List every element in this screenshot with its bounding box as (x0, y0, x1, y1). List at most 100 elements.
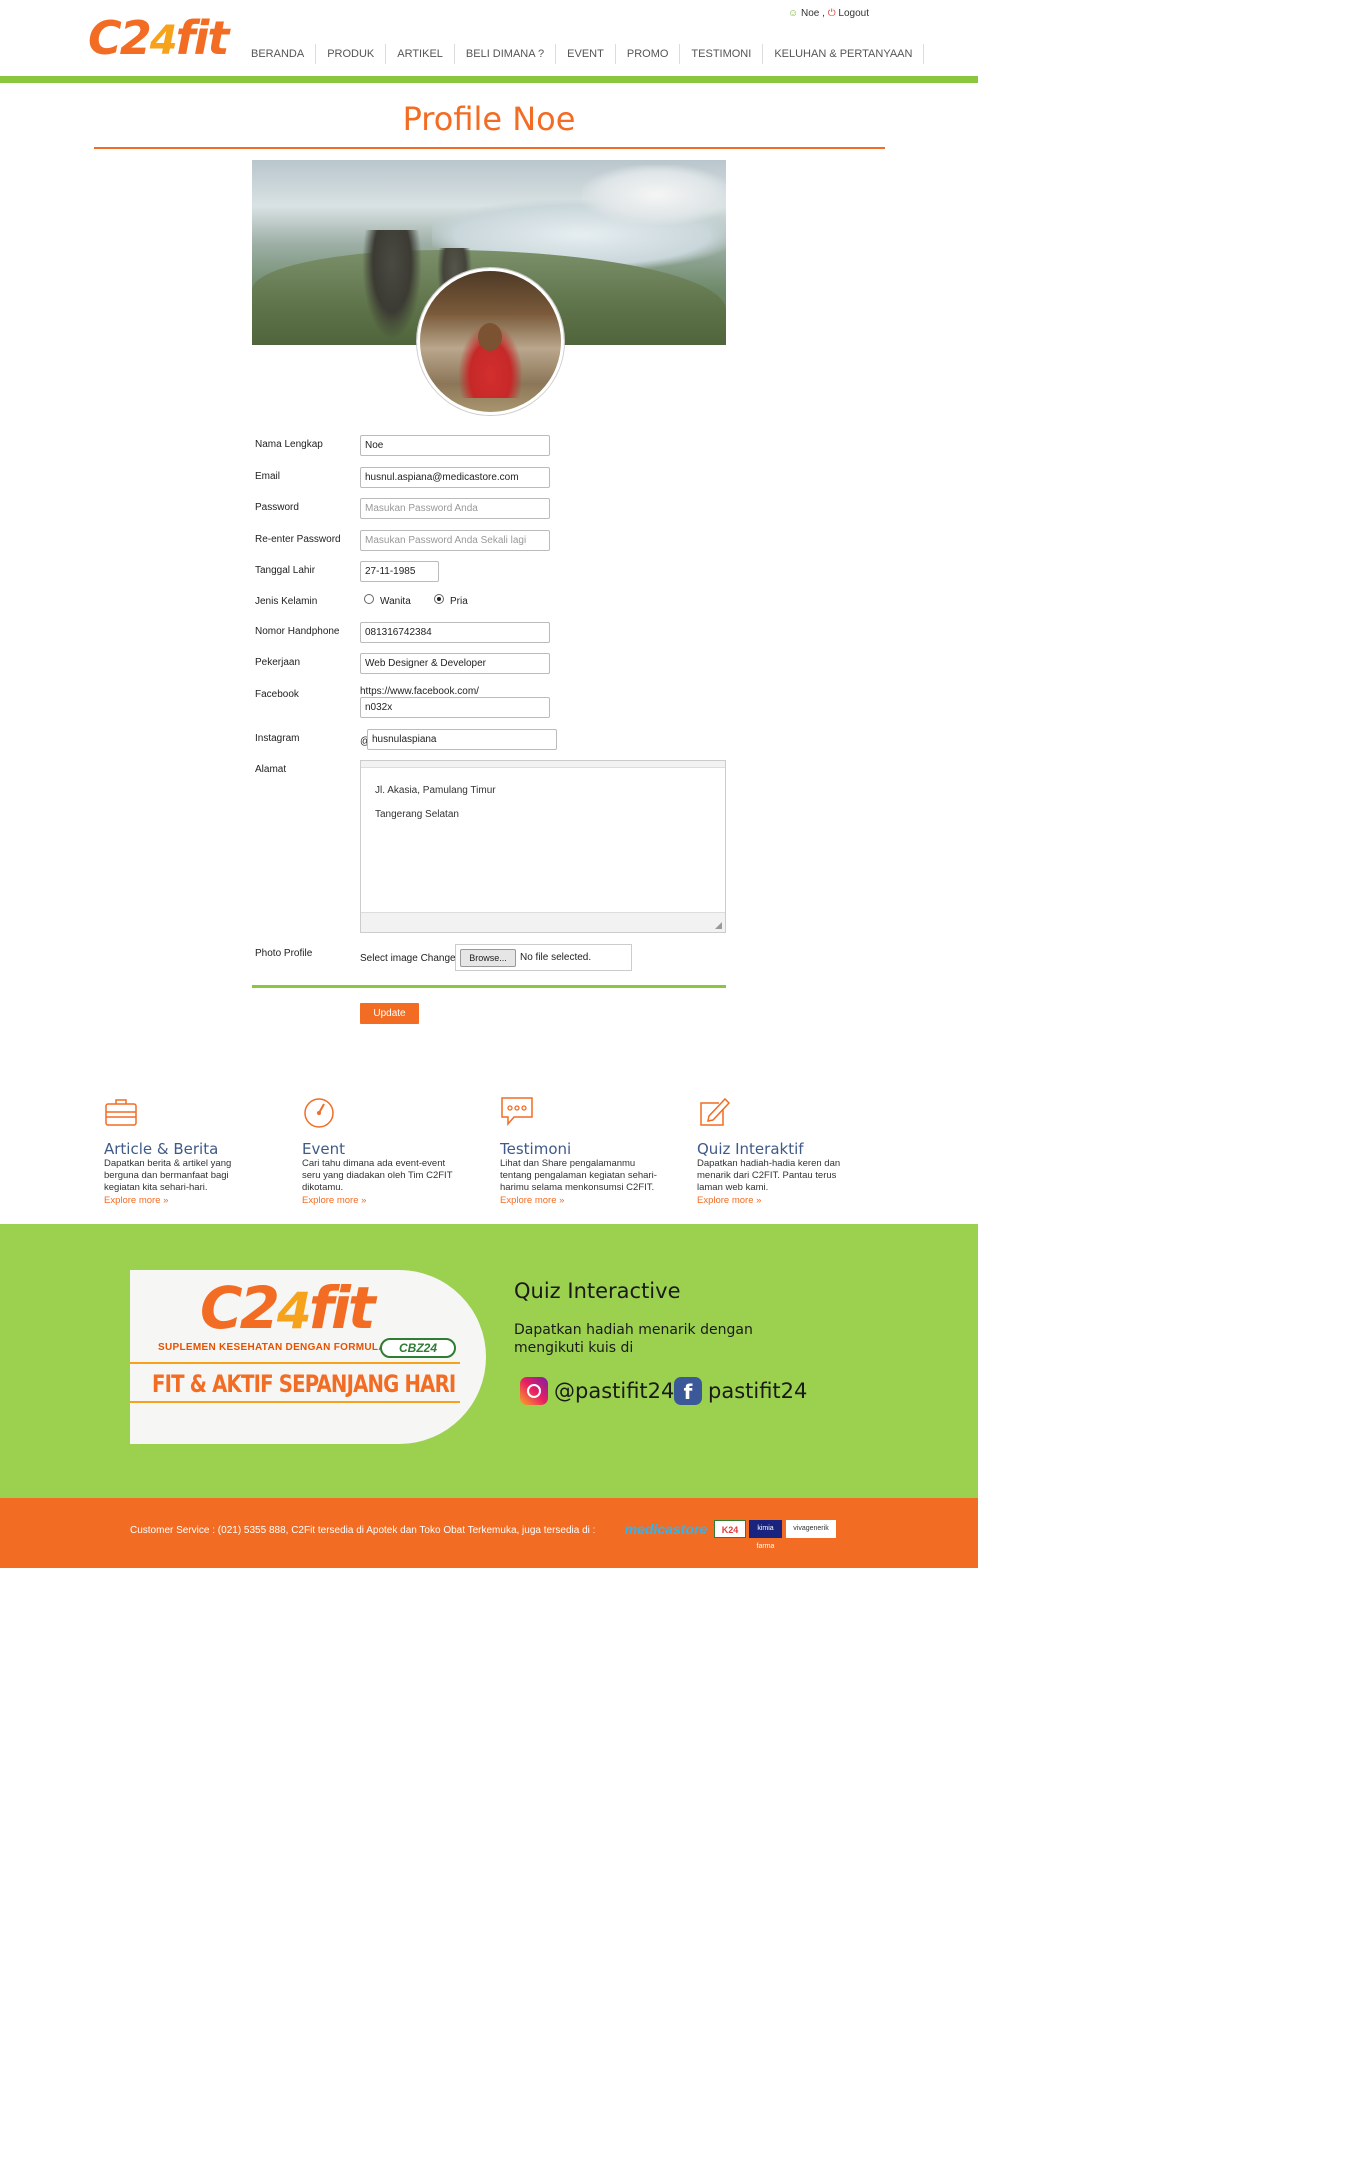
instagram-label: Instagram (255, 733, 300, 744)
banner-tagline: FIT & AKTIF SEPANJANG HARI (152, 1370, 456, 1398)
power-icon: ⏻ (827, 8, 836, 19)
user-links: ☺ Noe , ⏻ Logout (788, 8, 869, 19)
phone-label: Nomor Handphone (255, 626, 340, 637)
gender-female-radio[interactable] (364, 594, 374, 604)
nav-item-event[interactable]: EVENT (556, 44, 616, 64)
nav-item-promo[interactable]: PROMO (616, 44, 681, 64)
title-divider (94, 147, 885, 149)
password-field[interactable]: Masukan Password Anda (360, 498, 550, 519)
cbz24-badge: CBZ24 (380, 1338, 456, 1358)
feature-title: Event (302, 1140, 345, 1158)
password-label: Password (255, 502, 299, 513)
banner-rule (130, 1362, 460, 1364)
header-divider (0, 76, 978, 83)
explore-more-link[interactable]: Explore more » (500, 1195, 564, 1206)
c2fit-banner[interactable]: C24fit SUPLEMEN KESEHATAN DENGAN FORMULA… (130, 1270, 486, 1444)
full-name-field[interactable]: Noe (360, 435, 550, 456)
feature-desc: Lihat dan Share pengalamanmu tentang pen… (500, 1158, 657, 1193)
feature-title: Quiz Interaktif (697, 1140, 804, 1158)
banner-rule-2 (130, 1401, 460, 1403)
address-editor[interactable]: Jl. Akasia, Pamulang Timur Tangerang Sel… (360, 760, 726, 933)
photo-select-text: Select image Change (360, 953, 456, 964)
gender-female-label: Wanita (380, 596, 411, 607)
main-nav: BERANDA PRODUK ARTIKEL BELI DIMANA ? EVE… (240, 44, 925, 64)
partner-k24-logo[interactable]: K24 (714, 1520, 746, 1538)
partner-medicastore-logo[interactable]: medicastore (622, 1520, 710, 1538)
profile-page: C24fit ☺ Noe , ⏻ Logout BERANDA PRODUK A… (0, 0, 978, 1568)
banner-subtitle: SUPLEMEN KESEHATAN DENGAN FORMULA (158, 1342, 386, 1353)
photo-file-input[interactable]: Browse... No file selected. (455, 944, 632, 971)
email-label: Email (255, 471, 281, 482)
facebook-icon: f (674, 1377, 702, 1405)
quiz-desc: Dapatkan hadiah menarik dengan mengikuti… (514, 1322, 753, 1356)
full-name-label: Nama Lengkap (255, 439, 323, 450)
form-divider (252, 985, 726, 988)
avatar-head (478, 323, 502, 351)
birthdate-field[interactable]: 27-11-1985 (360, 561, 439, 582)
job-field[interactable]: Web Designer & Developer (360, 653, 550, 674)
banner-logo-text: C2 (200, 1274, 280, 1342)
reenter-password-label: Re-enter Password (255, 534, 341, 545)
explore-more-link[interactable]: Explore more » (302, 1195, 366, 1206)
speedometer-icon (304, 1098, 334, 1128)
facebook-handle: pastifit24 (708, 1379, 808, 1403)
partner-kimia-farma-logo[interactable]: kimia farma (749, 1520, 782, 1550)
chat-bubble-icon (501, 1097, 533, 1127)
nav-item-produk[interactable]: PRODUK (316, 44, 387, 64)
gender-male-radio[interactable] (434, 594, 444, 604)
user-name-link[interactable]: Noe (801, 8, 819, 19)
partner-vivagenerik-logo[interactable]: vivagenerik (786, 1520, 836, 1538)
photo-profile-label: Photo Profile (255, 948, 313, 959)
editor-statusbar (361, 912, 725, 932)
nav-item-beranda[interactable]: BERANDA (240, 44, 317, 64)
user-links-separator: , (822, 8, 825, 19)
banner-logo-fit: fit (308, 1274, 376, 1342)
feature-title: Article & Berita (104, 1140, 219, 1158)
banner-logo: C24fit (200, 1274, 376, 1342)
cover-rider (362, 230, 422, 340)
reenter-password-field[interactable]: Masukan Password Anda Sekali lagi (360, 530, 550, 551)
address-label: Alamat (255, 764, 287, 775)
quiz-title: Quiz Interactive (514, 1279, 681, 1303)
address-line-2: Tangerang Selatan (375, 809, 459, 820)
gender-male-label: Pria (450, 596, 468, 607)
page-title: Profile Noe (402, 100, 576, 138)
instagram-social-link[interactable]: @pastifit24 (520, 1376, 674, 1406)
smile-icon: ☺ (788, 8, 799, 19)
instagram-field[interactable]: husnulaspiana (367, 729, 557, 750)
file-status: No file selected. (520, 952, 592, 963)
briefcase-icon (105, 1099, 137, 1126)
update-button[interactable]: Update (360, 1003, 419, 1024)
edit-icon (700, 1097, 731, 1126)
resize-grip-icon[interactable] (715, 922, 722, 929)
logo-four: 4 (149, 18, 178, 64)
email-field[interactable]: husnul.aspiana@medicastore.com (360, 467, 550, 488)
feature-desc: Dapatkan hadiah-hadia keren dan menarik … (697, 1158, 841, 1193)
footer-text: Customer Service : (021) 5355 888, C2Fit… (130, 1525, 596, 1536)
nav-item-beli-dimana[interactable]: BELI DIMANA ? (455, 44, 557, 64)
nav-item-keluhan[interactable]: KELUHAN & PERTANYAAN (763, 44, 925, 64)
avatar (417, 268, 564, 415)
address-line-1: Jl. Akasia, Pamulang Timur (375, 785, 496, 796)
phone-field[interactable]: 081316742384 (360, 622, 550, 643)
site-header: C24fit ☺ Noe , ⏻ Logout BERANDA PRODUK A… (0, 0, 978, 76)
explore-more-link[interactable]: Explore more » (104, 1195, 168, 1206)
c2fit-logo[interactable]: C24fit (88, 11, 229, 67)
instagram-icon (520, 1377, 548, 1405)
banner-logo-four: 4 (276, 1282, 312, 1340)
nav-item-artikel[interactable]: ARTIKEL (386, 44, 455, 64)
explore-more-link[interactable]: Explore more » (697, 1195, 761, 1206)
browse-button[interactable]: Browse... (460, 949, 516, 967)
feature-title: Testimoni (500, 1140, 572, 1158)
instagram-handle: @pastifit24 (554, 1379, 675, 1403)
logo-text: C2 (88, 11, 152, 65)
gender-label: Jenis Kelamin (255, 596, 318, 607)
logout-link[interactable]: Logout (838, 8, 869, 19)
site-footer: Customer Service : (021) 5355 888, C2Fit… (0, 1498, 978, 1568)
facebook-social-link[interactable]: f pastifit24 (674, 1376, 807, 1406)
feature-desc: Cari tahu dimana ada event-event seru ya… (302, 1158, 453, 1193)
facebook-field[interactable]: n032x (360, 697, 550, 718)
job-label: Pekerjaan (255, 657, 301, 668)
nav-item-testimoni[interactable]: TESTIMONI (680, 44, 764, 64)
editor-toolbar (361, 761, 725, 768)
